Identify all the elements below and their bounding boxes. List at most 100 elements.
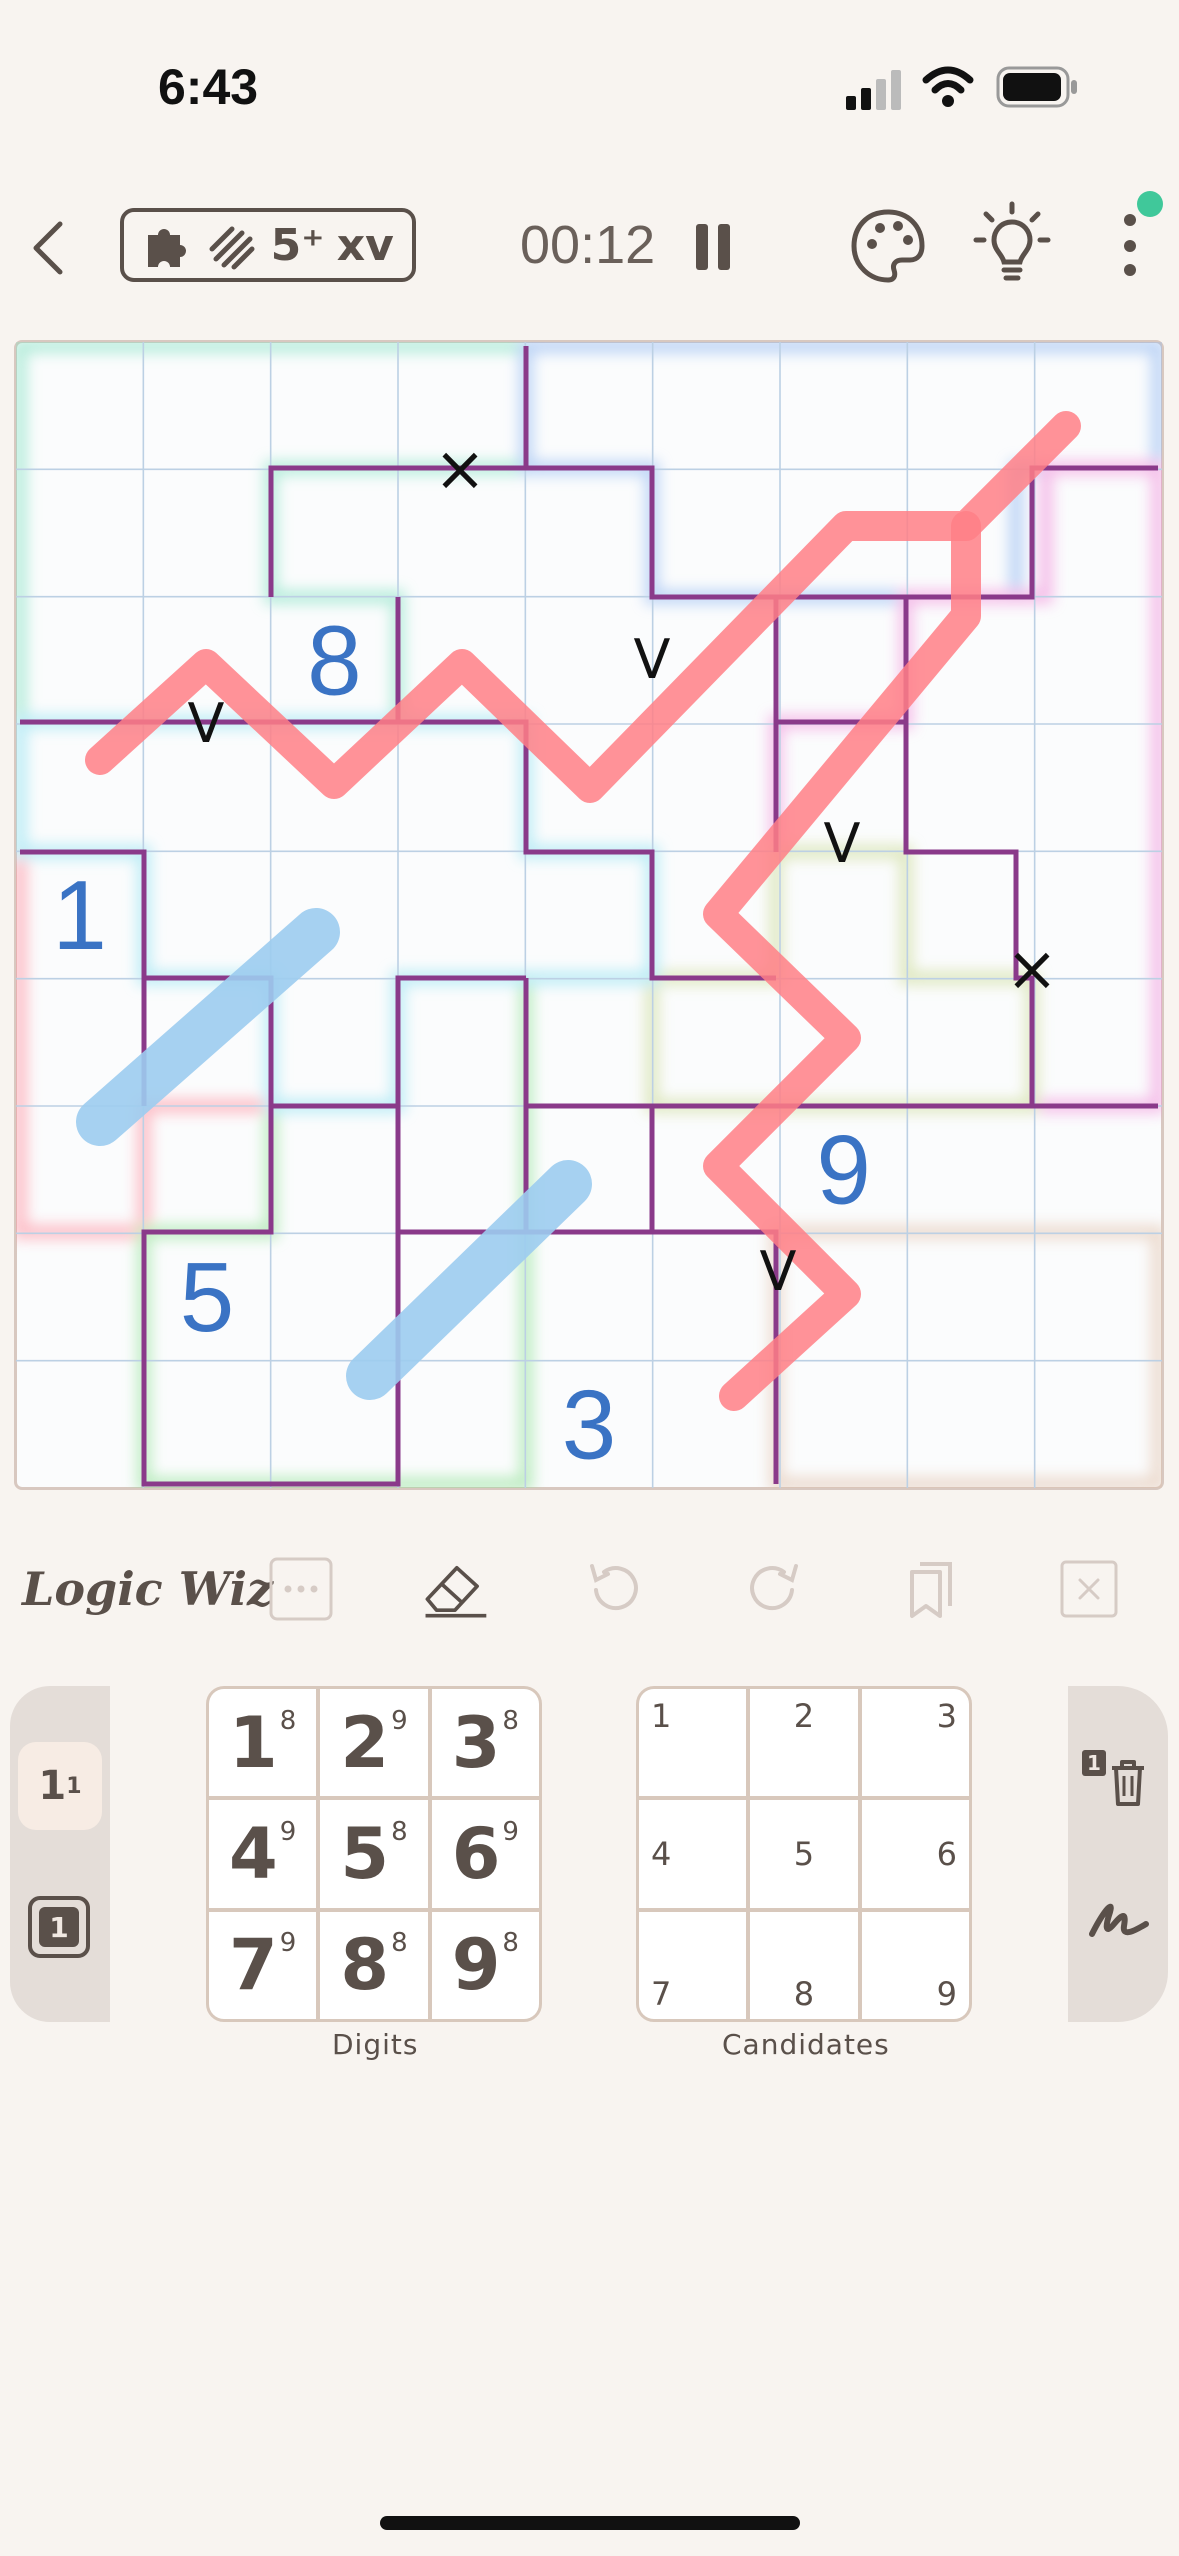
- candidate-key-label: 7: [651, 1975, 672, 2013]
- digit-key-9[interactable]: 98: [431, 1911, 539, 2019]
- undo-button: [580, 1554, 650, 1624]
- candidate-key-2[interactable]: 2: [750, 1689, 858, 1797]
- given-digit[interactable]: 3: [562, 1369, 617, 1479]
- battery-icon: [996, 66, 1077, 108]
- candidates-pad: 1 2 3 4 5 6 7 8 9: [636, 1686, 972, 2022]
- redo-button: [738, 1554, 808, 1624]
- delete-cell-button[interactable]: 1: [1078, 1746, 1158, 1816]
- digit-key-3[interactable]: 38: [431, 1689, 539, 1797]
- digit-key-8[interactable]: 88: [320, 1911, 428, 2019]
- candidates-label: Candidates: [722, 2028, 890, 2061]
- given-digit[interactable]: 8: [307, 605, 362, 715]
- redo-icon: [750, 1564, 798, 1611]
- candidate-key-label: 2: [793, 1697, 815, 1735]
- digit-key-label: 9: [451, 1924, 501, 2007]
- eraser-button[interactable]: [420, 1554, 490, 1624]
- more-menu-icon[interactable]: [1110, 186, 1170, 286]
- digit-remaining-count: 8: [502, 1705, 519, 1736]
- badge-xv: xv: [336, 219, 394, 271]
- candidate-key-label: 6: [936, 1834, 957, 1873]
- digit-remaining-count: 8: [391, 1816, 408, 1847]
- mode-digit-label: 1: [38, 1763, 67, 1809]
- mode-digit-sup: 1: [66, 1773, 82, 1799]
- draw-button[interactable]: [1084, 1884, 1154, 1954]
- candidate-key-9[interactable]: 9: [861, 1911, 969, 2019]
- squiggle-draw-icon: [1089, 1903, 1149, 1937]
- candidate-key-label: 1: [651, 1697, 672, 1735]
- candidate-key-8[interactable]: 8: [750, 1911, 858, 2019]
- clear-button: [1054, 1554, 1124, 1624]
- palette-icon[interactable]: [848, 206, 928, 286]
- wifi-icon: [922, 66, 974, 107]
- digits-pad: 182938495869798898: [206, 1686, 542, 2022]
- given-digit[interactable]: 9: [816, 1115, 871, 1225]
- digit-remaining-count: 8: [279, 1705, 297, 1736]
- candidate-key-6[interactable]: 6: [861, 1800, 969, 1908]
- digit-key-6[interactable]: 69: [431, 1800, 539, 1908]
- trash-icon: [1112, 1760, 1144, 1806]
- x-clue-mark: ×: [1006, 932, 1058, 1005]
- v-clue-mark: V: [824, 812, 861, 875]
- digit-remaining-count: 8: [391, 1928, 408, 1959]
- given-digit[interactable]: 5: [180, 1242, 235, 1352]
- more-tool-button: [266, 1554, 336, 1624]
- digit-key-label: 7: [229, 1924, 278, 2007]
- mode-box-label: 1: [39, 1907, 79, 1947]
- hint-lightbulb-icon[interactable]: [972, 200, 1052, 290]
- digit-key-5[interactable]: 58: [320, 1800, 428, 1908]
- given-digit[interactable]: 1: [52, 860, 107, 970]
- digit-key-label: 6: [451, 1812, 501, 1895]
- mode-digit-button[interactable]: 11: [18, 1742, 102, 1830]
- digit-key-2[interactable]: 29: [320, 1689, 428, 1797]
- digit-key-7[interactable]: 79: [209, 1911, 317, 2019]
- digit-remaining-count: 9: [279, 1816, 297, 1847]
- status-time: 6:43: [158, 59, 259, 115]
- undo-icon: [590, 1564, 638, 1611]
- sudoku-board[interactable]: × V V V × V 8 1 9 5 3: [16, 342, 1162, 1488]
- entry-mode-panel: [10, 1686, 110, 2022]
- badge-5plus: 5⁺: [270, 219, 325, 271]
- x-clue-mark: ×: [434, 432, 486, 505]
- candidate-key-1[interactable]: 1: [639, 1689, 747, 1797]
- red-path-line-top: [85, 411, 1081, 803]
- timer: 00:12: [520, 215, 656, 275]
- candidate-key-3[interactable]: 3: [861, 1689, 969, 1797]
- candidate-key-5[interactable]: 5: [750, 1800, 858, 1908]
- eraser-icon: [425, 1565, 487, 1618]
- digit-key-4[interactable]: 49: [209, 1800, 317, 1908]
- puzzle-icon: [148, 229, 187, 267]
- v-clue-mark: V: [634, 628, 671, 691]
- candidate-key-4[interactable]: 4: [639, 1800, 747, 1908]
- back-icon[interactable]: [28, 218, 68, 278]
- digits-label: Digits: [332, 2028, 419, 2061]
- clue-marks: × V V V × V: [188, 432, 1058, 1303]
- digit-key-label: 2: [340, 1701, 390, 1784]
- digit-key-1[interactable]: 18: [209, 1689, 317, 1797]
- candidate-key-7[interactable]: 7: [639, 1911, 747, 2019]
- digit-remaining-count: 9: [391, 1705, 408, 1736]
- red-path-line-right: [703, 511, 981, 1411]
- pause-icon[interactable]: [694, 222, 734, 272]
- candidate-key-label: 8: [793, 1975, 815, 2013]
- candidate-key-label: 9: [936, 1975, 957, 2013]
- delete-digit-label: 1: [1082, 1750, 1106, 1776]
- home-indicator: [380, 2516, 800, 2530]
- digit-key-label: 3: [451, 1701, 501, 1784]
- digit-remaining-count: 8: [502, 1928, 519, 1959]
- candidate-key-label: 3: [936, 1697, 957, 1735]
- cellular-signal-icon: [846, 70, 901, 110]
- puzzle-rules-badge[interactable]: 5⁺ xv: [120, 208, 416, 282]
- digit-key-label: 1: [229, 1701, 278, 1784]
- candidate-key-label: 4: [651, 1834, 672, 1873]
- digit-key-label: 8: [340, 1924, 390, 2007]
- diagonal-lines-icon: [209, 226, 255, 270]
- digit-remaining-count: 9: [279, 1928, 297, 1959]
- digit-remaining-count: 9: [502, 1816, 519, 1847]
- more-icon: [269, 1557, 333, 1621]
- v-clue-mark: V: [760, 1240, 797, 1303]
- digit-key-label: 4: [229, 1812, 278, 1895]
- brand-logo: Logic Wiz: [22, 1562, 274, 1616]
- candidate-key-label: 5: [793, 1834, 815, 1873]
- v-clue-mark: V: [188, 692, 225, 755]
- mode-box-button[interactable]: 1: [28, 1896, 90, 1958]
